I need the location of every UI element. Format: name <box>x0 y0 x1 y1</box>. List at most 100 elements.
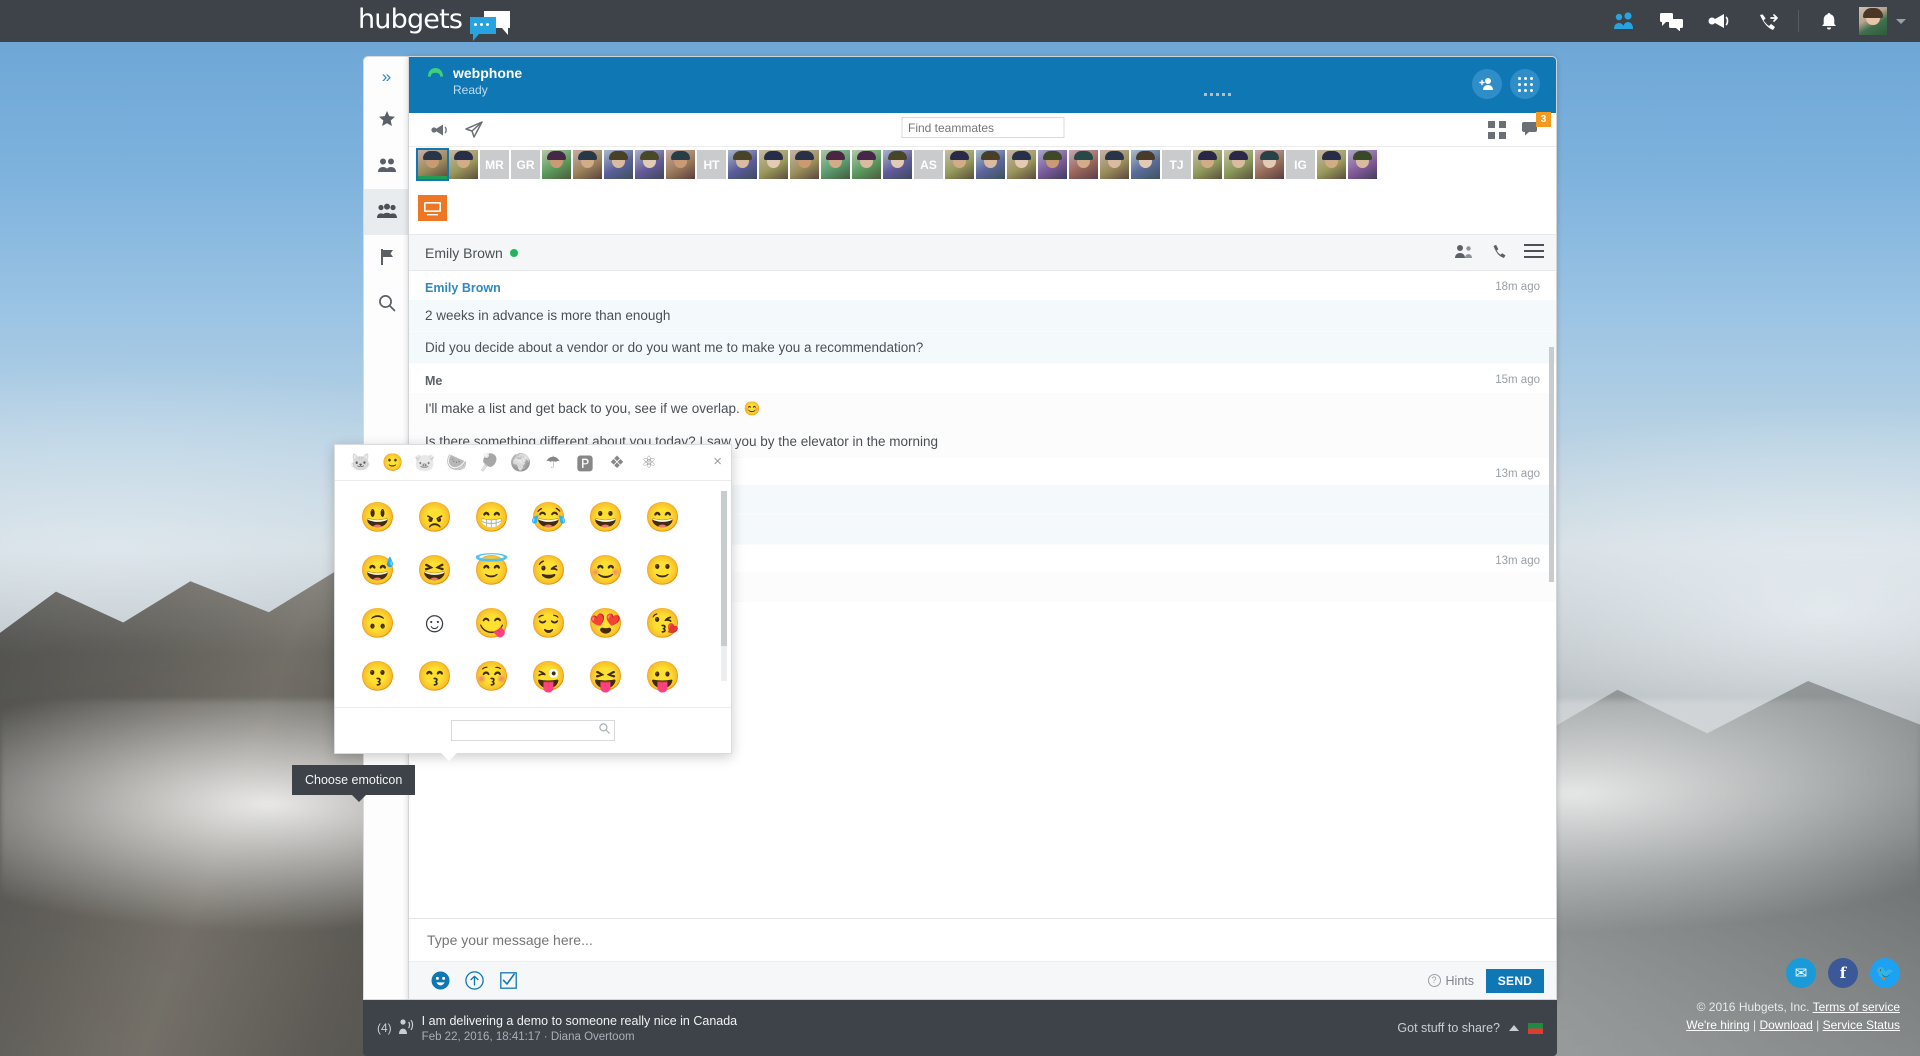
message-bubble[interactable]: I'll make a list and get back to you, se… <box>409 393 1556 426</box>
broadcast-megaphone-icon[interactable] <box>423 113 457 147</box>
emoji-cell[interactable]: 🙃 <box>349 597 406 650</box>
emoji-cell[interactable]: 😗 <box>349 650 406 703</box>
upload-file-button[interactable] <box>457 962 491 1000</box>
emoji-cell[interactable]: 🙂 <box>634 544 691 597</box>
teammate-avatar[interactable]: HT <box>697 150 726 179</box>
teammate-avatar[interactable] <box>1100 150 1129 179</box>
terms-link[interactable]: Terms of service <box>1813 1000 1900 1014</box>
message-input[interactable] <box>409 919 1556 961</box>
emoji-cell[interactable]: 😙 <box>406 650 463 703</box>
emoji-picker-panel[interactable]: 🐱 🙂 🐷 🍉 🏓 🌍 ☂ 🅿 ❖ ⚛ × 😃 😠 😁 😂 😀 😄 😅 😆 😇 😉 😊 🙂 🙃 ☺ 😋 😌 😍 😘 😗 😙 😚 😜 😝 😛 <box>334 444 732 754</box>
emoji-cell[interactable]: 😁 <box>463 491 520 544</box>
download-link[interactable]: Download <box>1759 1018 1812 1032</box>
teammate-avatar[interactable] <box>604 150 633 179</box>
message-bubble[interactable]: Did you decide about a vendor or do you … <box>409 332 1556 364</box>
emoji-cell[interactable]: 😠 <box>406 491 463 544</box>
teammate-avatar[interactable]: TJ <box>1162 150 1191 179</box>
teammate-avatar[interactable] <box>1131 150 1160 179</box>
teammate-avatar[interactable] <box>1069 150 1098 179</box>
teammate-avatar[interactable] <box>1038 150 1067 179</box>
twitter-link[interactable]: 🐦 <box>1870 958 1900 988</box>
emoticon-button[interactable] <box>423 962 457 1000</box>
emoji-cell[interactable]: 😆 <box>406 544 463 597</box>
emoji-cell[interactable]: ☺ <box>406 597 463 650</box>
facebook-link[interactable]: f <box>1828 958 1858 988</box>
megaphone-icon[interactable] <box>1696 0 1744 42</box>
animals-emoji-tab[interactable]: 🐷 <box>409 445 441 481</box>
recent-emoji-tab[interactable]: 🐱 <box>345 445 377 481</box>
send-paperplane-icon[interactable] <box>457 113 491 147</box>
teammate-avatar[interactable] <box>1193 150 1222 179</box>
add-participant-icon[interactable] <box>1454 244 1474 262</box>
emoji-grid[interactable]: 😃 😠 😁 😂 😀 😄 😅 😆 😇 😉 😊 🙂 🙃 ☺ 😋 😌 😍 😘 😗 😙 😚 😜 😝 😛 <box>335 481 731 707</box>
notifications-bell-icon[interactable] <box>1805 0 1853 42</box>
teammate-avatar[interactable] <box>542 150 571 179</box>
sidebar-item-search[interactable] <box>364 281 409 327</box>
contacts-icon[interactable] <box>1600 0 1648 42</box>
emoji-cell[interactable]: 😘 <box>634 597 691 650</box>
emoji-cell[interactable]: 😄 <box>634 491 691 544</box>
teammate-avatar[interactable] <box>1255 150 1284 179</box>
teammate-avatar[interactable] <box>821 150 850 179</box>
emoji-grid-scrollbar[interactable] <box>721 491 727 681</box>
teammate-avatar[interactable] <box>1224 150 1253 179</box>
teammate-avatar[interactable] <box>666 150 695 179</box>
sidebar-item-flags[interactable] <box>364 235 409 281</box>
teammate-avatar[interactable]: MR <box>480 150 509 179</box>
activity-emoji-tab[interactable]: 🏓 <box>473 445 505 481</box>
sidebar-item-teams[interactable] <box>364 189 409 235</box>
teammate-avatar[interactable] <box>728 150 757 179</box>
emoji-cell[interactable]: 😀 <box>577 491 634 544</box>
sidebar-item-expand[interactable]: » <box>364 57 409 97</box>
teammate-avatar[interactable] <box>635 150 664 179</box>
emoji-cell[interactable]: 😂 <box>520 491 577 544</box>
chevron-down-icon[interactable] <box>1896 18 1906 24</box>
hints-button[interactable]: ? Hints <box>1427 974 1474 988</box>
call-icon[interactable] <box>1491 243 1507 262</box>
grid-view-icon[interactable] <box>1488 121 1506 139</box>
emoji-cell[interactable]: 😊 <box>577 544 634 597</box>
device-monitor-icon[interactable] <box>418 195 447 221</box>
teammate-avatar[interactable] <box>945 150 974 179</box>
teammate-avatar[interactable] <box>449 150 478 179</box>
emoji-cell[interactable]: 😛 <box>634 650 691 703</box>
emoji-cell[interactable]: 😅 <box>349 544 406 597</box>
got-stuff-label[interactable]: Got stuff to share? <box>1397 1021 1500 1035</box>
emoji-cell[interactable]: 😌 <box>520 597 577 650</box>
smileys-emoji-tab[interactable]: 🙂 <box>377 445 409 481</box>
user-avatar[interactable] <box>1859 7 1887 35</box>
sidebar-item-favorites[interactable] <box>364 97 409 143</box>
close-icon[interactable]: × <box>713 453 722 470</box>
flags-emoji-tab[interactable]: ❖ <box>601 445 633 481</box>
emoji-cell[interactable]: 😇 <box>463 544 520 597</box>
teammate-avatar[interactable] <box>759 150 788 179</box>
teammate-avatar[interactable] <box>416 148 449 181</box>
objects-emoji-tab[interactable]: ☂ <box>537 445 569 481</box>
message-bubble[interactable]: 2 weeks in advance is more than enough <box>409 300 1556 332</box>
teammate-avatar[interactable]: AS <box>914 150 943 179</box>
task-checkbox-button[interactable] <box>491 962 525 1000</box>
language-flag-icon[interactable] <box>1528 1022 1543 1034</box>
emoji-cell[interactable]: 😍 <box>577 597 634 650</box>
add-person-button[interactable] <box>1472 69 1502 99</box>
chevron-up-icon[interactable] <box>1509 1025 1519 1031</box>
hiring-link[interactable]: We're hiring <box>1686 1018 1749 1032</box>
emoji-cell[interactable]: 😋 <box>463 597 520 650</box>
settings-emoji-tab[interactable]: ⚛ <box>633 445 665 481</box>
teammate-avatar[interactable]: IG <box>1286 150 1315 179</box>
teammate-avatar[interactable] <box>883 150 912 179</box>
find-teammates-input[interactable] <box>901 117 1064 138</box>
dialpad-button[interactable] <box>1510 69 1540 99</box>
teammate-avatar[interactable] <box>976 150 1005 179</box>
emoji-cell[interactable]: 😝 <box>577 650 634 703</box>
food-emoji-tab[interactable]: 🍉 <box>441 445 473 481</box>
emoji-cell[interactable]: 😃 <box>349 491 406 544</box>
teammate-avatar[interactable] <box>1348 150 1377 179</box>
symbols-emoji-tab[interactable]: 🅿 <box>569 445 601 481</box>
send-button[interactable]: SEND <box>1486 968 1544 993</box>
service-status-link[interactable]: Service Status <box>1823 1018 1900 1032</box>
emoji-cell[interactable]: 😚 <box>463 650 520 703</box>
hubgets-logo[interactable]: hubgets <box>358 4 511 41</box>
menu-hamburger-icon[interactable] <box>1524 244 1544 261</box>
travel-emoji-tab[interactable]: 🌍 <box>505 445 537 481</box>
